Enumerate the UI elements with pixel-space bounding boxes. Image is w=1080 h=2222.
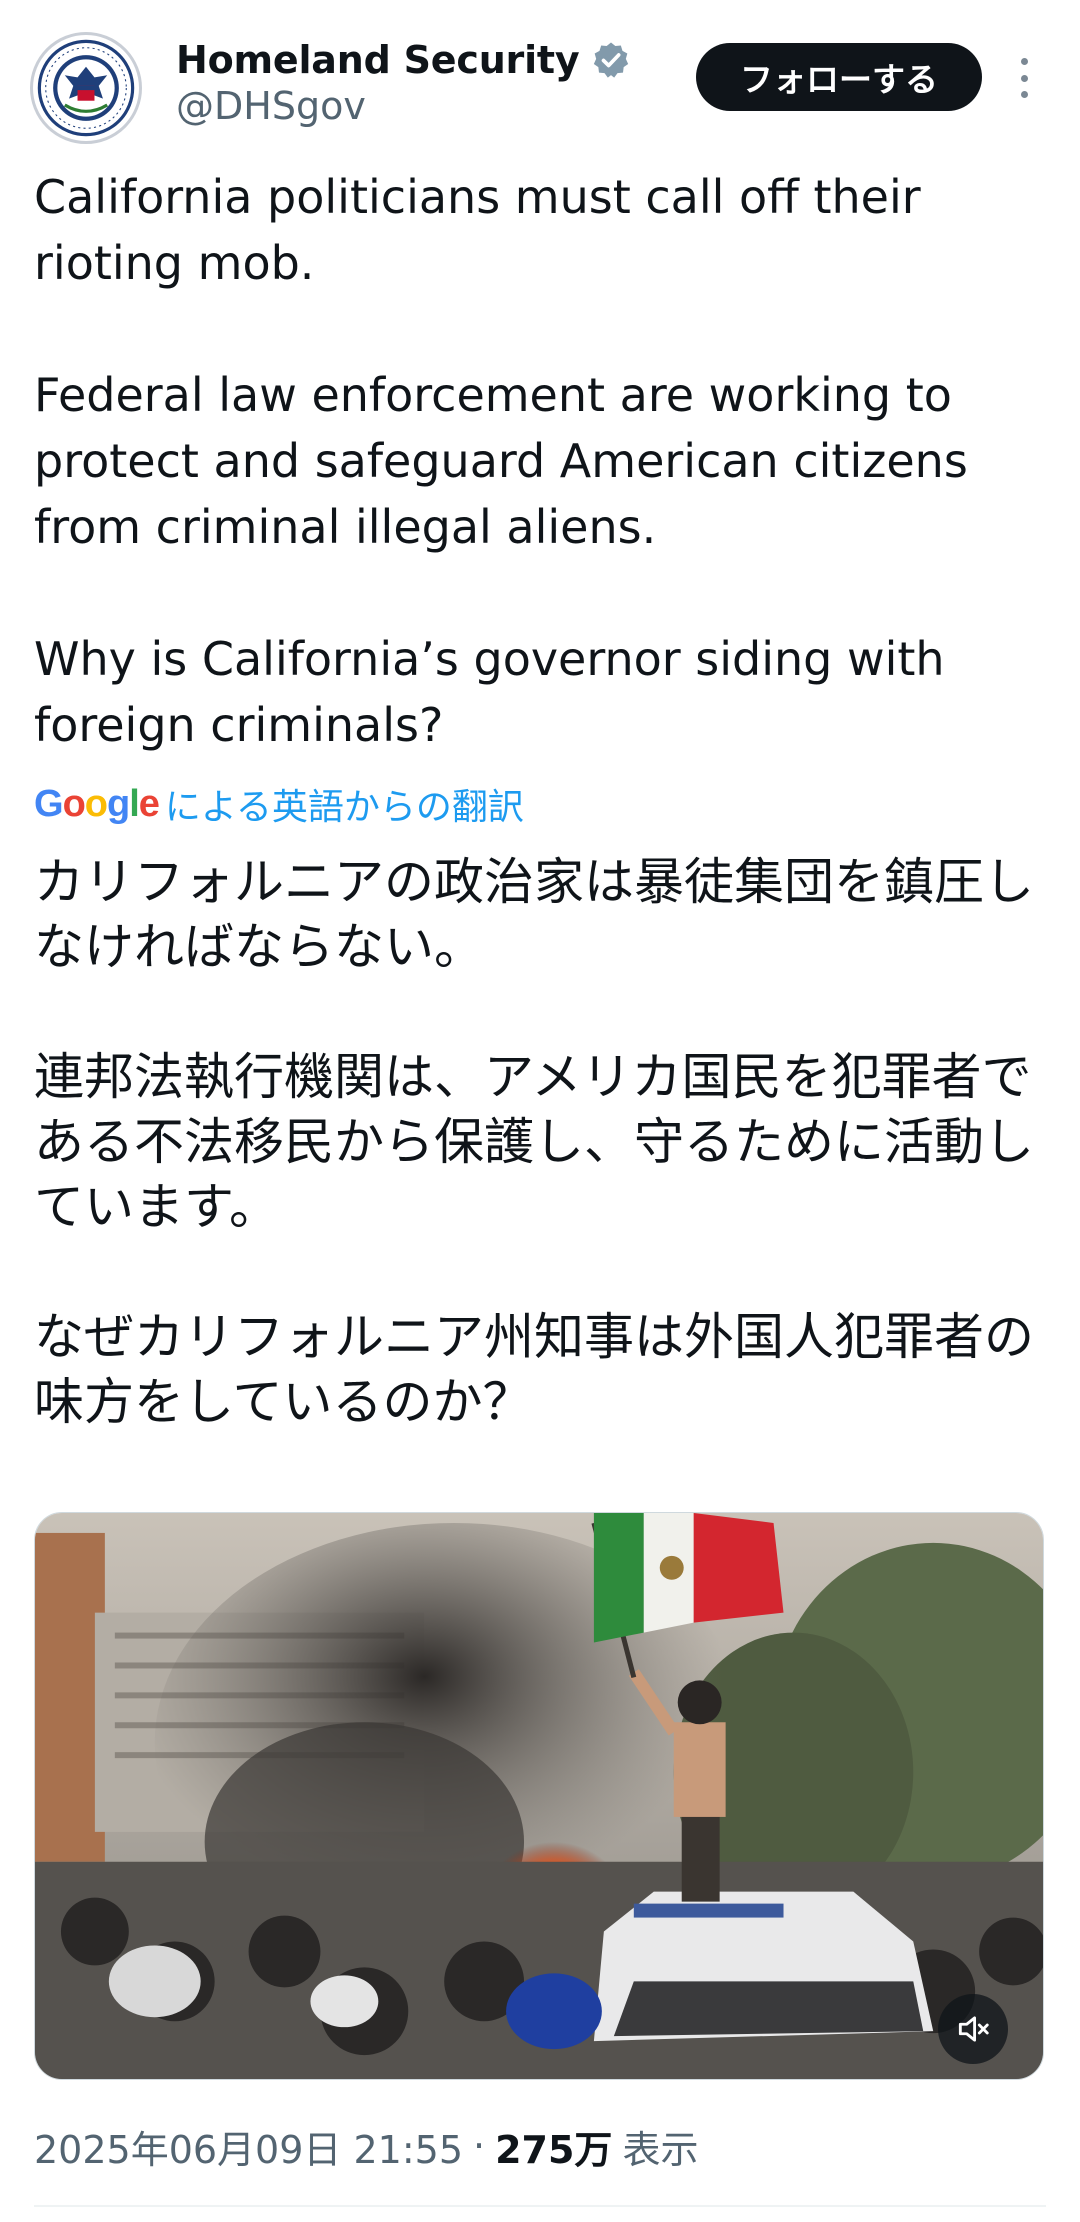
views-label[interactable]: 表示 [622, 2119, 698, 2174]
author-handle[interactable]: @DHSgov [176, 84, 366, 128]
tweet-detail: Homeland Security @DHSgov フォローする Califor… [0, 0, 1080, 2222]
tweet-text: California politicians must call off the… [34, 164, 1044, 758]
name-row[interactable]: Homeland Security [176, 34, 631, 86]
mute-button[interactable] [938, 1994, 1008, 2064]
speaker-muted-icon [958, 2016, 989, 2042]
meta-separator: · [473, 2124, 486, 2168]
translation-attribution[interactable]: Google による英語からの翻訳 [34, 778, 524, 830]
translation-label[interactable]: による英語からの翻訳 [165, 778, 524, 830]
more-options-icon[interactable] [1012, 58, 1036, 98]
tweet-timestamp[interactable]: 2025年06月09日 21:55 [34, 2119, 463, 2174]
translated-paragraph: 連邦法執行機関は、アメリカ国民を犯罪者である不法移民から保護し、守るために活動し… [34, 1048, 1034, 1236]
tweet-paragraph: Federal law enforcement are working to p… [34, 368, 968, 554]
tweet-paragraph: Why is California’s governor siding with… [34, 632, 945, 752]
translated-text: カリフォルニアの政治家は暴徒集団を鎮圧しなければならない。 連邦法執行機関は、ア… [34, 850, 1044, 1435]
video-player[interactable] [34, 1512, 1044, 2080]
video-frame [35, 1513, 1043, 2079]
dhs-seal-icon [35, 37, 137, 139]
follow-button[interactable]: フォローする [696, 43, 982, 111]
tweet-meta: 2025年06月09日 21:55 · 275万 表示 [34, 2118, 698, 2174]
author-display-name[interactable]: Homeland Security [176, 38, 580, 82]
divider [34, 2205, 1046, 2207]
avatar[interactable] [30, 32, 142, 144]
google-logo: Google [34, 782, 160, 825]
tweet-header: Homeland Security @DHSgov フォローする [0, 0, 1080, 150]
tweet-paragraph: California politicians must call off the… [34, 170, 921, 290]
view-count[interactable]: 275万 [495, 2119, 612, 2174]
verified-badge-icon[interactable] [591, 40, 631, 80]
translated-paragraph: なぜカリフォルニア州知事は外国人犯罪者の味方をしているのか？ [34, 1308, 1034, 1431]
translated-paragraph: カリフォルニアの政治家は暴徒集団を鎮圧しなければならない。 [34, 853, 1034, 976]
